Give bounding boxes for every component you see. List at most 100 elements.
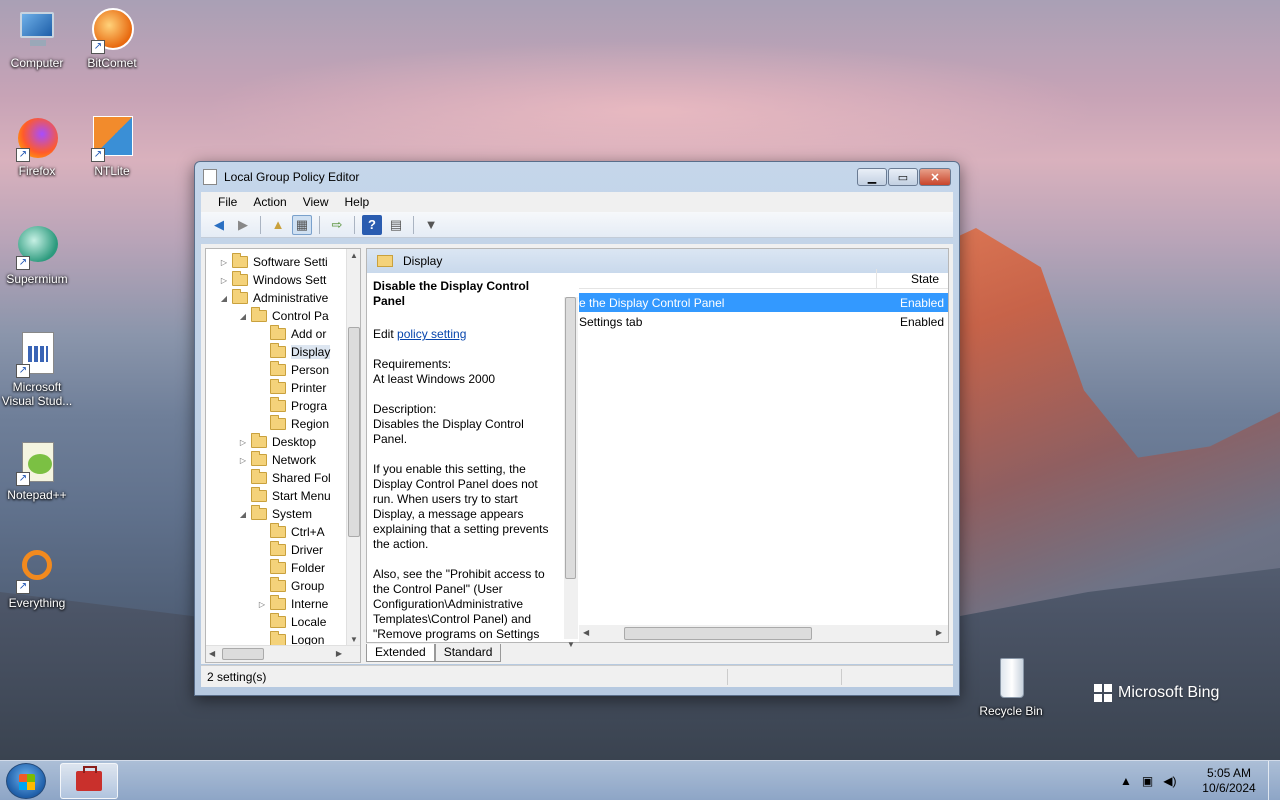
- properties-button[interactable]: ▤: [386, 215, 406, 235]
- network-icon[interactable]: ▣: [1142, 774, 1153, 788]
- desktop-icon-supermium[interactable]: ↗ Supermium: [0, 224, 74, 286]
- start-button[interactable]: [6, 763, 46, 799]
- computer-icon: [14, 8, 60, 54]
- desktop-icon-visual-studio[interactable]: ↗ Microsoft Visual Stud...: [0, 332, 74, 408]
- taskbar-clock[interactable]: 5:05 AM 10/6/2024: [1190, 766, 1268, 796]
- scroll-down-arrow-icon[interactable]: ▼: [567, 640, 575, 649]
- tree-node[interactable]: ▷ Windows Sett: [206, 271, 360, 289]
- scroll-left-arrow-icon[interactable]: ◀: [209, 649, 215, 658]
- minimize-button[interactable]: ▁: [857, 168, 887, 186]
- expand-arrow-icon[interactable]: ▷: [237, 456, 249, 465]
- scroll-up-arrow-icon[interactable]: ▲: [350, 251, 358, 260]
- export-list-button[interactable]: ⇨: [327, 215, 347, 235]
- tree-node[interactable]: ◢ Administrative: [206, 289, 360, 307]
- scroll-left-arrow-icon[interactable]: ◀: [583, 628, 589, 637]
- tree-vertical-scroll-thumb[interactable]: [348, 327, 360, 537]
- tree-node[interactable]: Folder: [206, 559, 360, 577]
- desktop-icon-recycle-bin[interactable]: Recycle Bin: [974, 656, 1048, 718]
- show-desktop-button[interactable]: [1268, 761, 1280, 800]
- tree-node[interactable]: Locale: [206, 613, 360, 631]
- setting-column-header[interactable]: [579, 269, 876, 288]
- list-horizontal-scrollbar[interactable]: ◀ ▶: [579, 625, 948, 642]
- toolbox-icon: [76, 766, 102, 791]
- back-button[interactable]: ◀: [209, 215, 229, 235]
- title-bar[interactable]: Local Group Policy Editor ▁ ▭ ✕: [195, 162, 959, 192]
- policy-tree[interactable]: ▷ Software Setti ▷ Windows Sett ◢ Administrat…: [205, 248, 361, 663]
- desktop-icon-ntlite[interactable]: ↗ NTLite: [75, 116, 149, 178]
- menu-action[interactable]: Action: [246, 193, 293, 211]
- tree-node[interactable]: ▷ Software Setti: [206, 253, 360, 271]
- up-folder-button[interactable]: ▲: [268, 215, 288, 235]
- state-column-header[interactable]: State: [876, 269, 948, 288]
- tree-node[interactable]: Start Menu: [206, 487, 360, 505]
- menu-file[interactable]: File: [211, 193, 244, 211]
- expand-arrow-icon[interactable]: ▷: [256, 600, 268, 609]
- desktop-icon-computer[interactable]: Computer: [0, 8, 74, 70]
- tree-node[interactable]: Region: [206, 415, 360, 433]
- tree-node[interactable]: Progra: [206, 397, 360, 415]
- group-policy-editor-window[interactable]: Local Group Policy Editor ▁ ▭ ✕ File Act…: [194, 161, 960, 696]
- description-scroll-thumb[interactable]: [565, 297, 576, 579]
- collapse-arrow-icon[interactable]: ◢: [237, 510, 249, 519]
- tree-node[interactable]: ▷ Desktop: [206, 433, 360, 451]
- setting-name: e the Display Control Panel: [579, 295, 725, 310]
- tree-node[interactable]: ▷ Interne: [206, 595, 360, 613]
- help-button[interactable]: ?: [362, 214, 382, 235]
- list-item[interactable]: e the Display Control Panel Enabled: [579, 293, 948, 312]
- collapse-arrow-icon[interactable]: ◢: [237, 312, 249, 321]
- policy-setting-link[interactable]: policy setting: [397, 327, 466, 341]
- show-hide-tree-button[interactable]: ▦: [292, 214, 312, 235]
- tab-standard[interactable]: Standard: [434, 644, 502, 662]
- tree-node[interactable]: ◢ System: [206, 505, 360, 523]
- scroll-down-arrow-icon[interactable]: ▼: [350, 635, 358, 644]
- close-button[interactable]: ✕: [919, 168, 951, 186]
- folder-icon: [232, 289, 248, 304]
- menu-view[interactable]: View: [296, 193, 336, 211]
- folder-icon: [270, 613, 286, 628]
- expand-arrow-icon[interactable]: ▷: [218, 276, 230, 285]
- notepadpp-icon: ↗: [14, 440, 60, 486]
- list-item[interactable]: Settings tab Enabled: [579, 312, 948, 331]
- tree-node[interactable]: ▷ Network: [206, 451, 360, 469]
- desktop-icon-everything[interactable]: ↗ Everything: [0, 548, 74, 610]
- tree-horizontal-scroll-thumb[interactable]: [222, 648, 264, 660]
- tree-node[interactable]: Ctrl+A: [206, 523, 360, 541]
- tree-node[interactable]: Display: [206, 343, 360, 361]
- pane-header-title: Display: [403, 254, 443, 268]
- extended-description: Disable the Display Control Panel Edit p…: [367, 273, 565, 641]
- scroll-right-arrow-icon[interactable]: ▶: [936, 628, 942, 637]
- tree-node[interactable]: Person: [206, 361, 360, 379]
- tree-node[interactable]: Shared Fol: [206, 469, 360, 487]
- wallpaper-glow: [200, 40, 1100, 180]
- tree-vertical-scrollbar[interactable]: ▲ ▼: [346, 249, 360, 646]
- tab-extended[interactable]: Extended: [366, 644, 435, 662]
- desktop-icon-bitcomet[interactable]: ↗ BitComet: [75, 8, 149, 70]
- tree-node[interactable]: ◢ Control Pa: [206, 307, 360, 325]
- filter-button[interactable]: ▼: [421, 215, 441, 235]
- description-block: Description: Disables the Display Contro…: [373, 402, 559, 447]
- tree-node[interactable]: Printer: [206, 379, 360, 397]
- tree-node[interactable]: Group: [206, 577, 360, 595]
- taskbar-group-policy-editor[interactable]: [60, 763, 118, 799]
- tree-node-label: System: [272, 507, 313, 521]
- list-horizontal-scroll-thumb[interactable]: [624, 627, 812, 640]
- description-scrollbar[interactable]: ▼: [564, 297, 578, 649]
- show-hidden-icons-icon[interactable]: ▲: [1120, 774, 1132, 788]
- expand-arrow-icon[interactable]: ▷: [218, 258, 230, 267]
- scroll-right-arrow-icon[interactable]: ▶: [336, 649, 342, 658]
- desktop-icon-label: Supermium: [6, 272, 68, 286]
- tree-horizontal-scrollbar[interactable]: ◀ ▶: [206, 645, 360, 662]
- folder-icon: [232, 253, 248, 268]
- tree-node[interactable]: Driver: [206, 541, 360, 559]
- desktop-icon-firefox[interactable]: ↗ Firefox: [0, 116, 74, 178]
- menu-bar: File Action View Help: [201, 192, 953, 212]
- collapse-arrow-icon[interactable]: ◢: [218, 294, 230, 303]
- tree-node[interactable]: Add or: [206, 325, 360, 343]
- expand-arrow-icon[interactable]: ▷: [237, 438, 249, 447]
- maximize-button[interactable]: ▭: [888, 168, 918, 186]
- forward-button[interactable]: ▶: [233, 215, 253, 235]
- menu-help[interactable]: Help: [338, 193, 377, 211]
- volume-icon[interactable]: ◀): [1163, 774, 1176, 788]
- desktop-icon-notepadpp[interactable]: ↗ Notepad++: [0, 440, 74, 502]
- settings-pane: Display Disable the Display Control Pane…: [366, 248, 949, 649]
